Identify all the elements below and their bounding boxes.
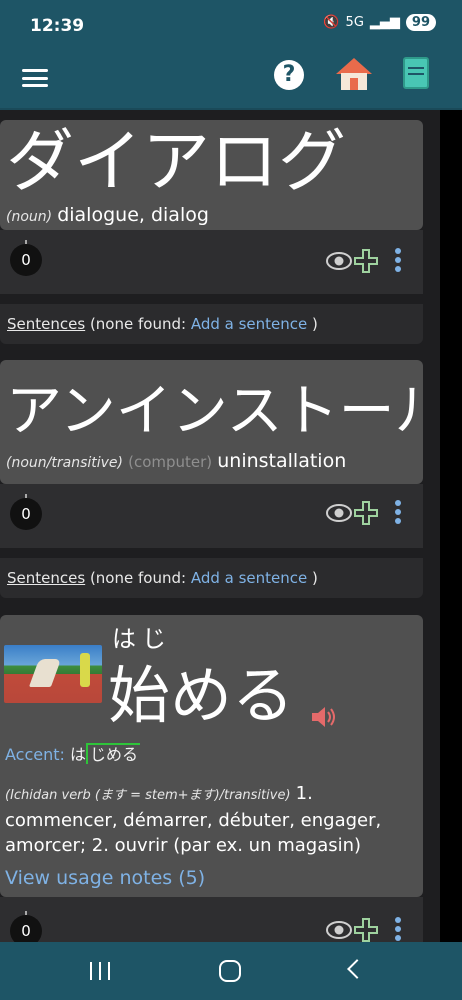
- battery-badge: 99: [405, 14, 436, 31]
- review-counter[interactable]: 0: [10, 240, 42, 276]
- review-counter[interactable]: 0: [10, 494, 42, 530]
- none-found-text: (none found:: [89, 569, 187, 587]
- speaker-icon[interactable]: [310, 706, 338, 728]
- back-icon[interactable]: [347, 959, 367, 979]
- accent-first-mora: は: [70, 745, 87, 764]
- entry-word: ダイアログ: [6, 123, 347, 202]
- entry-illustration-image: [4, 645, 102, 703]
- add-sentence-link[interactable]: Add a sentence: [191, 569, 307, 587]
- entry-word: アンインストール: [6, 379, 423, 444]
- app-bar: ?: [0, 52, 462, 110]
- field-tag: (computer): [128, 453, 213, 471]
- official-figure: [80, 653, 90, 687]
- nav-home-icon[interactable]: [219, 960, 241, 982]
- definition: dialogue, dialog: [57, 204, 209, 226]
- mute-icon: 🔇: [323, 15, 340, 30]
- eye-icon[interactable]: [326, 504, 352, 522]
- network-label: 5G: [345, 15, 364, 30]
- add-icon[interactable]: [354, 501, 378, 525]
- usage-notes-link[interactable]: View usage notes (5): [5, 867, 205, 889]
- definition: uninstallation: [217, 450, 347, 472]
- accent-pitch-rest: じめる: [86, 743, 141, 764]
- close-paren: ): [312, 315, 318, 333]
- entry-actions: 0: [0, 230, 423, 294]
- more-options-icon[interactable]: [394, 917, 402, 941]
- eye-icon[interactable]: [326, 252, 352, 270]
- help-icon[interactable]: ?: [274, 60, 304, 90]
- book-icon[interactable]: [403, 57, 429, 89]
- status-time: 12:39: [30, 16, 85, 36]
- entry-actions: 0: [0, 484, 423, 548]
- add-icon[interactable]: [354, 918, 378, 942]
- entry-definition-block: (Ichidan verb (ます = stem+ます)/transitive)…: [5, 781, 417, 858]
- close-paren: ): [312, 569, 318, 587]
- entry-card-dialog: ダイアログ (noun) dialogue, dialog: [0, 120, 423, 230]
- part-of-speech-open: (noun/: [6, 455, 52, 471]
- more-options-icon[interactable]: [394, 248, 402, 272]
- entry-actions: 0: [0, 897, 423, 942]
- accent-line: Accent: はじめる: [5, 741, 141, 765]
- eye-icon[interactable]: [326, 921, 352, 939]
- runner-figure: [28, 659, 62, 687]
- status-icons: 🔇 5G ▂▄▆ 99: [323, 14, 436, 31]
- signal-icon: ▂▄▆: [369, 15, 400, 30]
- entry-card-uninstall: アンインストール (noun/transitive) (computer) un…: [0, 360, 423, 484]
- add-sentence-link[interactable]: Add a sentence: [191, 315, 307, 333]
- accent-link[interactable]: Accent:: [5, 745, 65, 764]
- add-icon[interactable]: [354, 249, 378, 273]
- part-of-speech: (noun): [6, 209, 53, 225]
- entry-definition-line: (noun/transitive) (computer) uninstallat…: [6, 450, 346, 472]
- review-counter[interactable]: 0: [10, 911, 42, 942]
- system-nav-bar: [0, 942, 462, 1000]
- part-of-speech-link[interactable]: (Ichidan verb (ます = stem+ます)/transitive): [5, 788, 291, 803]
- sentences-link[interactable]: Sentences: [7, 569, 85, 587]
- scroll-gutter: [440, 110, 462, 942]
- more-options-icon[interactable]: [394, 500, 402, 524]
- sentences-row: Sentences (none found: Add a sentence ): [0, 304, 423, 344]
- transitive-link[interactable]: transitive: [51, 455, 117, 471]
- sentences-row: Sentences (none found: Add a sentence ): [0, 558, 423, 598]
- home-icon[interactable]: [334, 56, 374, 92]
- results-list: ダイアログ (noun) dialogue, dialog 0 Sentence…: [0, 110, 440, 942]
- status-bar: 12:39 🔇 5G ▂▄▆ 99: [0, 0, 462, 52]
- part-of-speech-close: ): [117, 455, 124, 471]
- recent-apps-icon[interactable]: [90, 962, 110, 980]
- none-found-text: (none found:: [89, 315, 187, 333]
- entry-word: 始める: [108, 659, 295, 732]
- sentences-link[interactable]: Sentences: [7, 315, 85, 333]
- entry-definition-line: (noun) dialogue, dialog: [6, 204, 209, 226]
- menu-icon[interactable]: [22, 66, 48, 90]
